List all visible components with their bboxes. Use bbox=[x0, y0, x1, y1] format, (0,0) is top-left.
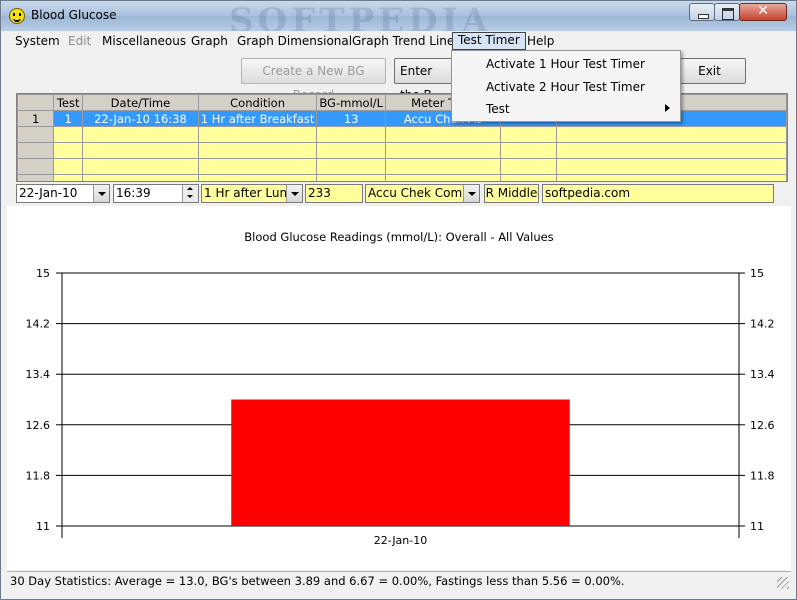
y-tick-label-left: 11 bbox=[36, 520, 50, 533]
y-tick-label-left: 11.8 bbox=[26, 469, 51, 482]
title-bar[interactable]: Blood Glucose SOFTPEDIA ✕ bbox=[1, 1, 796, 41]
exit-button[interactable]: Exit bbox=[673, 58, 746, 84]
bar-chart: 15 15 14.2 14.2 13.4 13.4 12.6 12.6 11.8 11.8 11 11… bbox=[26, 267, 775, 547]
y-tick-label-right: 14.2 bbox=[750, 318, 775, 331]
window-title: Blood Glucose bbox=[31, 8, 117, 22]
grid-corner bbox=[17, 94, 55, 111]
notes-input[interactable]: softpedia.com bbox=[542, 184, 774, 203]
empty-row[interactable] bbox=[17, 174, 787, 181]
cell-condition[interactable]: 1 Hr after Breakfast bbox=[197, 110, 318, 127]
menu-graph[interactable]: Graph bbox=[186, 33, 233, 51]
col-bg[interactable]: BG-mmol/L bbox=[316, 94, 387, 111]
col-test[interactable]: Test bbox=[53, 94, 84, 111]
chevron-right-icon bbox=[665, 104, 670, 112]
status-bar: 30 Day Statistics: Average = 13.0, BG's … bbox=[7, 571, 791, 591]
y-tick-label-left: 12.6 bbox=[26, 419, 51, 432]
y-tick-label-right: 13.4 bbox=[750, 368, 775, 381]
menu-activate-1-hour[interactable]: Activate 1 Hour Test Timer bbox=[486, 57, 645, 71]
empty-row[interactable] bbox=[17, 142, 787, 159]
menu-graph-trend-line[interactable]: Graph Trend Line bbox=[347, 33, 459, 51]
time-value: 16:39 bbox=[116, 186, 151, 200]
menu-bar: System Edit Miscellaneous Graph Graph Di… bbox=[7, 31, 793, 51]
chart-panel: Blood Glucose Readings (mmol/L): Overall… bbox=[7, 206, 791, 570]
y-tick-label-right: 12.6 bbox=[750, 419, 775, 432]
row-number[interactable]: 1 bbox=[17, 110, 55, 127]
condition-dropdown[interactable]: 1 Hr after Lunch bbox=[201, 184, 303, 203]
menu-test-submenu[interactable]: Test bbox=[486, 102, 510, 116]
y-tick-label-right: 11 bbox=[750, 520, 764, 533]
smiley-icon bbox=[9, 8, 25, 24]
cell-test[interactable]: 1 bbox=[53, 110, 84, 127]
menu-graph-dimensional[interactable]: Graph Dimensional bbox=[232, 33, 357, 51]
x-tick-label: 22-Jan-10 bbox=[374, 534, 428, 547]
y-tick-label-left: 14.2 bbox=[26, 318, 51, 331]
cell-bg[interactable]: 13 bbox=[316, 110, 387, 127]
bar bbox=[231, 399, 570, 526]
bg-input[interactable]: 233 bbox=[305, 184, 363, 203]
chevron-down-icon[interactable] bbox=[463, 185, 479, 202]
time-stepper[interactable]: 16:39 bbox=[113, 184, 199, 203]
menu-edit[interactable]: Edit bbox=[63, 33, 96, 51]
empty-row[interactable] bbox=[17, 158, 787, 175]
date-value: 22-Jan-10 bbox=[19, 186, 78, 200]
close-button[interactable]: ✕ bbox=[739, 3, 787, 21]
menu-activate-2-hour[interactable]: Activate 2 Hour Test Timer bbox=[486, 80, 645, 94]
resize-grip-icon[interactable] bbox=[777, 577, 789, 589]
col-datetime[interactable]: Date/Time bbox=[82, 94, 199, 111]
enter-record-button[interactable]: Enter the B bbox=[394, 58, 454, 102]
menu-system[interactable]: System bbox=[10, 33, 65, 51]
site-field[interactable]: R Middle bbox=[484, 184, 539, 203]
y-tick-label-right: 11.8 bbox=[750, 469, 775, 482]
menu-miscellaneous[interactable]: Miscellaneous bbox=[97, 33, 191, 51]
y-tick-label-left: 15 bbox=[36, 267, 50, 280]
menu-test-timer[interactable]: Test Timer bbox=[452, 32, 526, 50]
date-dropdown[interactable]: 22-Jan-10 bbox=[16, 184, 110, 203]
cell-datetime[interactable]: 22-Jan-10 16:38 bbox=[82, 110, 199, 127]
chevron-down-icon[interactable] bbox=[93, 185, 109, 202]
y-tick-label-right: 15 bbox=[750, 267, 764, 280]
maximize-button[interactable] bbox=[714, 3, 740, 21]
col-condition[interactable]: Condition bbox=[197, 94, 318, 111]
test-timer-menu: Activate 1 Hour Test Timer Activate 2 Ho… bbox=[451, 50, 681, 122]
meter-dropdown[interactable]: Accu Chek Complet bbox=[365, 184, 480, 203]
y-tick-label-left: 13.4 bbox=[26, 368, 51, 381]
chevron-down-icon[interactable] bbox=[286, 185, 302, 202]
status-text: 30 Day Statistics: Average = 13.0, BG's … bbox=[10, 574, 625, 588]
create-record-button[interactable]: Create a New BG Record bbox=[241, 58, 386, 102]
close-icon: ✕ bbox=[757, 3, 769, 19]
spinner-icon[interactable] bbox=[182, 185, 198, 202]
menu-help[interactable]: Help bbox=[522, 33, 559, 51]
empty-row[interactable] bbox=[17, 126, 787, 143]
app-window: Blood Glucose SOFTPEDIA ✕ System Edit Mi… bbox=[0, 0, 797, 600]
minimize-button[interactable] bbox=[689, 3, 715, 21]
